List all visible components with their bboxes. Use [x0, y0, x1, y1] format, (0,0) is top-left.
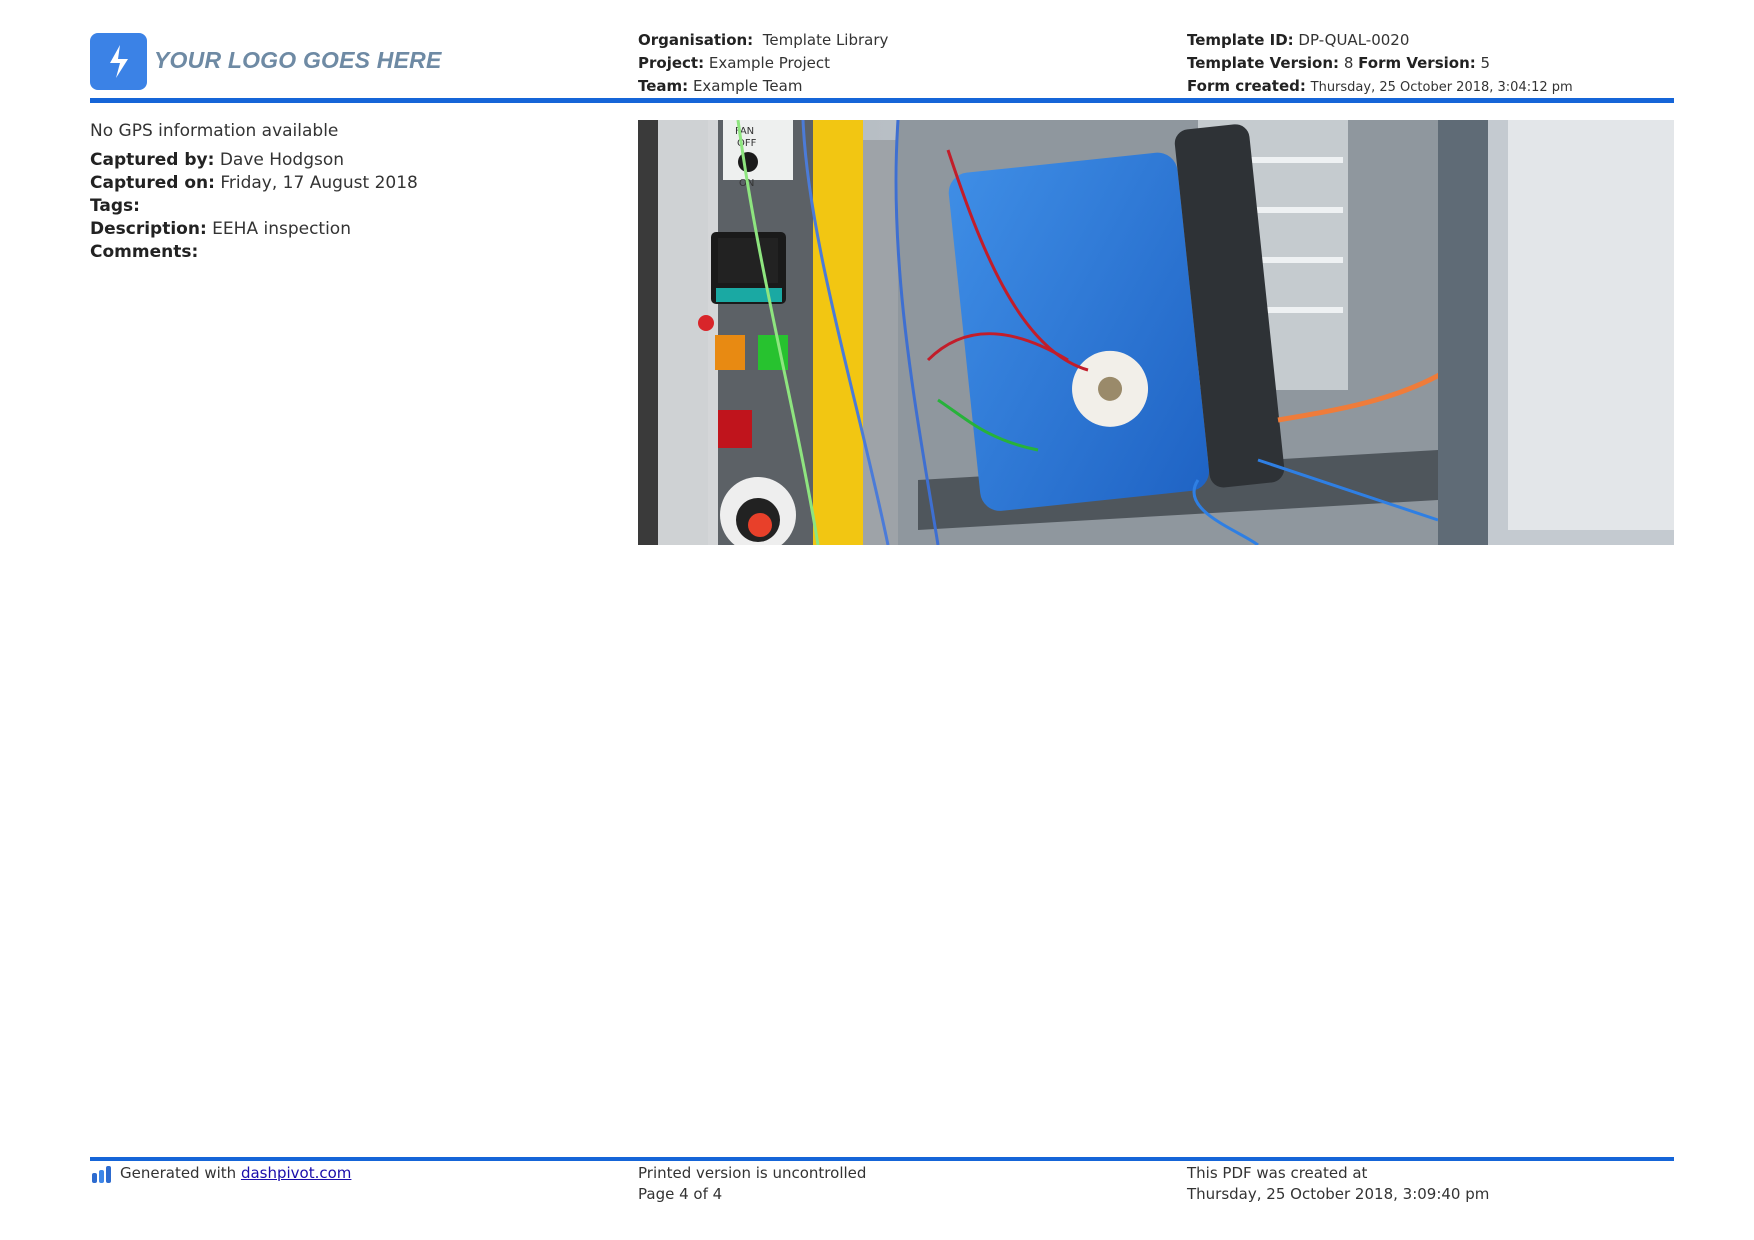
header-meta-organisation: Organisation: Template Library Project: …: [638, 29, 888, 98]
page-number: Page 4 of 4: [638, 1185, 723, 1203]
logo-text: YOUR LOGO GOES HERE: [154, 47, 442, 73]
template-version-label: Template Version:: [1187, 54, 1340, 72]
template-version-value: 8: [1343, 54, 1354, 72]
comments-label: Comments:: [90, 242, 199, 262]
form-created-label: Form created:: [1187, 77, 1306, 95]
project-label: Project:: [638, 54, 705, 72]
logo-icon: [90, 33, 147, 90]
generated-prefix: Generated with: [120, 1164, 237, 1182]
dashpivot-bars-icon: [92, 1165, 111, 1183]
footer-created: This PDF was created at Thursday, 25 Oct…: [1187, 1163, 1489, 1205]
photo-details: No GPS information available Captured by…: [90, 120, 418, 264]
form-version-value: 5: [1480, 54, 1491, 72]
pdf-created-value: Thursday, 25 October 2018, 3:09:40 pm: [1187, 1185, 1490, 1203]
template-id-value: DP-QUAL-0020: [1298, 31, 1410, 49]
project-value: Example Project: [708, 54, 831, 72]
team-label: Team:: [638, 77, 689, 95]
description-value: EEHA inspection: [212, 219, 351, 239]
inspection-photo-drawing: FAN OFF ON: [638, 120, 1674, 545]
dashpivot-link[interactable]: dashpivot.com: [241, 1163, 351, 1184]
form-version-label: Form Version:: [1358, 54, 1476, 72]
captured-on-value: Friday, 17 August 2018: [220, 173, 418, 193]
header-meta-template: Template ID: DP-QUAL-0020 Template Versi…: [1187, 29, 1573, 99]
form-created-value: Thursday, 25 October 2018, 3:04:12 pm: [1310, 80, 1573, 95]
gps-info: No GPS information available: [90, 121, 339, 141]
header-divider: [90, 98, 1674, 103]
tags-label: Tags:: [90, 196, 140, 216]
pdf-created-label: This PDF was created at: [1187, 1164, 1368, 1182]
footer-generated: Generated with dashpivot.com: [90, 1163, 351, 1184]
inspection-photo[interactable]: FAN OFF ON: [638, 120, 1674, 545]
organisation-label: Organisation:: [638, 31, 754, 49]
captured-on-label: Captured on:: [90, 173, 215, 193]
team-value: Example Team: [692, 77, 803, 95]
footer-divider: [90, 1157, 1674, 1161]
description-label: Description:: [90, 219, 207, 239]
captured-by-label: Captured by:: [90, 150, 215, 170]
organisation-value: Template Library: [762, 31, 889, 49]
template-id-label: Template ID:: [1187, 31, 1294, 49]
captured-by-value: Dave Hodgson: [219, 150, 345, 170]
footer-status: Printed version is uncontrolled Page 4 o…: [638, 1163, 866, 1205]
uncontrolled-note: Printed version is uncontrolled: [638, 1164, 867, 1182]
